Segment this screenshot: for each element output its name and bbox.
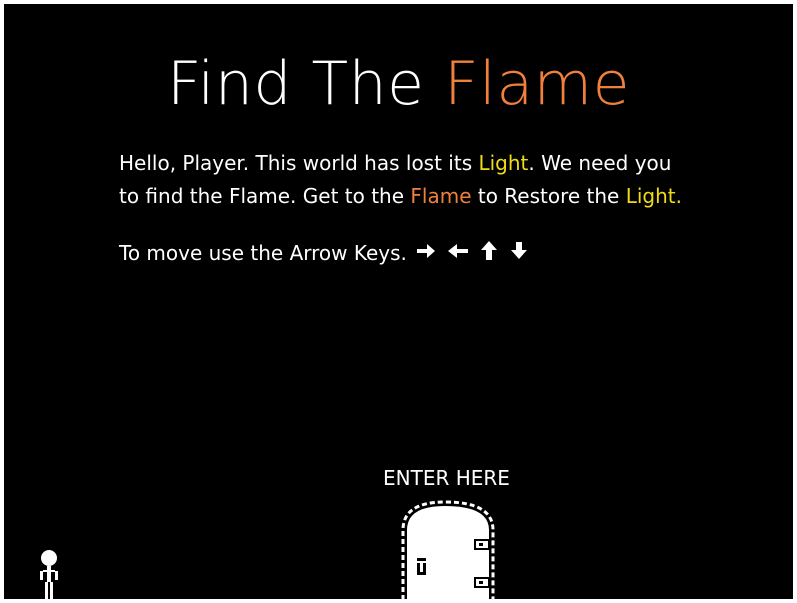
player-character	[37, 549, 61, 599]
intro-line2-c: to Restore the	[471, 184, 626, 208]
title-prefix: Find The	[167, 49, 445, 119]
intro-line-1: Hello, Player. This world has lost its L…	[119, 147, 699, 180]
intro-line2-a: to find the Flame. Get to the	[119, 184, 411, 208]
intro-line1-c: . We need you	[528, 151, 672, 175]
controls-text: To move use the Arrow Keys.	[119, 241, 407, 265]
flame-word: Flame	[410, 184, 472, 208]
intro-line-2: to find the Flame. Get to the Flame to R…	[119, 180, 699, 213]
intro-line1-a: Hello, Player. This world has lost its	[119, 151, 479, 175]
light-word: Light	[478, 151, 529, 175]
arrow-right-icon	[415, 238, 437, 271]
controls-hint: To move use the Arrow Keys.	[119, 237, 530, 271]
arrow-up-icon	[478, 238, 500, 271]
light-word-2: Light.	[625, 184, 682, 208]
intro-text: Hello, Player. This world has lost its L…	[119, 147, 699, 213]
game-title: Find The Flame	[4, 48, 793, 120]
entrance-door[interactable]	[399, 500, 499, 599]
arrow-left-icon	[446, 238, 470, 271]
door-label: ENTER HERE	[383, 466, 510, 490]
title-flame-word: Flame	[444, 49, 630, 119]
arrow-down-icon	[508, 238, 530, 271]
game-canvas[interactable]: Find The Flame Hello, Player. This world…	[4, 4, 793, 599]
